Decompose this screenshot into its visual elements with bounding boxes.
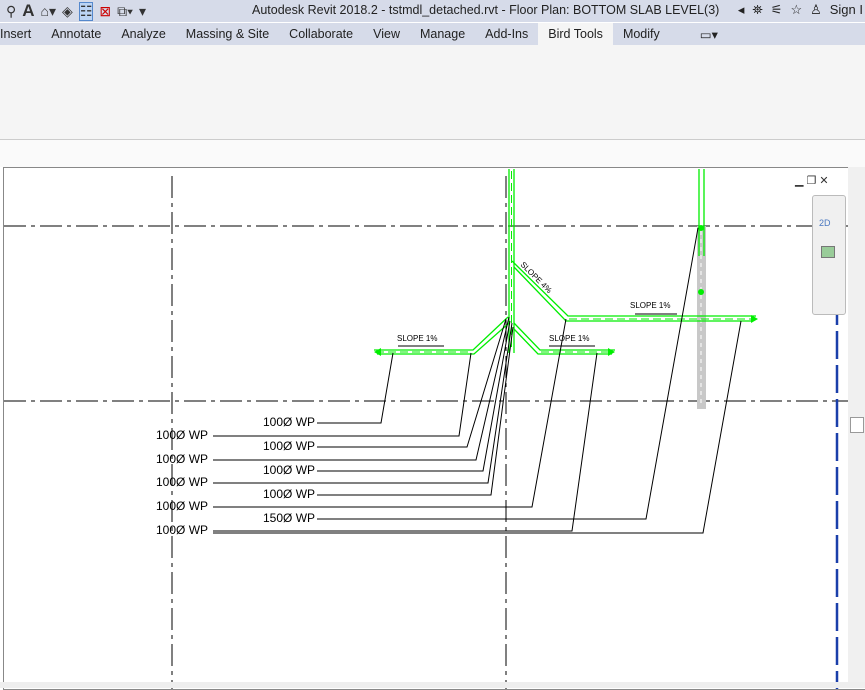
pipe-tag: 100Ø WP [263,415,315,429]
ribbon-tabs: Insert Annotate Analyze Massing & Site C… [0,23,865,45]
pipe-tag: 100Ø WP [263,463,315,477]
pipe-tag: 100Ø WP [156,499,208,513]
slope-label: SLOPE 1% [397,334,437,343]
floor-plan-canvas[interactable]: SLOPE 1% SLOPE 4% SLOPE 1% SLOPE 1% 100Ø… [4,168,865,689]
minimize-view-button[interactable]: ▁ [795,175,806,187]
tab-view[interactable]: View [363,23,410,45]
tab-massing-site[interactable]: Massing & Site [176,23,279,45]
pipe-tags: 100Ø WP 100Ø WP 100Ø WP 100Ø WP 150Ø WP … [156,415,315,537]
close-hidden-icon[interactable]: ⊠ [99,3,111,20]
arrow-left-icon[interactable]: ◂ [738,2,745,18]
switch-windows-icon[interactable]: ⧉▾ [117,3,133,20]
vertical-scrollbar[interactable] [848,167,865,688]
window-title: Autodesk Revit 2018.2 - tstmdl_detached.… [252,3,720,17]
pipe-tag: 100Ø WP [156,452,208,466]
close-view-button[interactable]: ✕ [819,175,831,187]
slope-label: SLOPE 1% [630,301,670,310]
star-icon[interactable]: ☆ [790,2,802,18]
tab-annotate[interactable]: Annotate [41,23,111,45]
tab-add-ins[interactable]: Add-Ins [475,23,538,45]
slope-label: SLOPE 1% [549,334,589,343]
pipe-tag: 100Ø WP [156,523,208,537]
thin-lines-icon[interactable]: ☷ [78,1,94,21]
user-icon[interactable]: ♙ [810,2,822,18]
tab-modify[interactable]: Modify [613,23,670,45]
text-icon[interactable]: A [22,1,34,21]
grid-lines [4,176,849,689]
slope-labels: SLOPE 1% SLOPE 4% SLOPE 1% SLOPE 1% [397,260,670,343]
view-window-controls: ▁❐✕ [795,174,832,187]
scroll-thumb[interactable] [850,417,864,433]
drawing-view[interactable]: SLOPE 1% SLOPE 4% SLOPE 1% SLOPE 1% 100Ø… [3,167,865,690]
pipe-tag: 100Ø WP [263,487,315,501]
navigation-bar[interactable]: 2D [812,195,846,315]
satellite-icon[interactable]: ⚟ [771,2,783,18]
section-icon[interactable]: ◈ [62,3,73,20]
pipe [374,316,510,355]
3d-view-icon[interactable]: ⌂▾ [41,3,56,20]
tab-insert[interactable]: Insert [0,23,41,45]
tab-collaborate[interactable]: Collaborate [279,23,363,45]
steering-wheel-2d-icon[interactable]: 2D [819,218,845,228]
pipe-tag: 100Ø WP [263,439,315,453]
binoculars-icon[interactable]: ⛯ [752,2,762,18]
tab-analyze[interactable]: Analyze [111,23,175,45]
ribbon-minimize-button[interactable]: ▭▾ [690,23,728,45]
pipe-tag: 150Ø WP [263,511,315,525]
title-bar: ⚲ A ⌂▾ ◈ ☷ ⊠ ⧉▾ ▾ Autodesk Revit 2018.2 … [0,0,865,22]
customize-icon[interactable]: ▾ [139,3,146,20]
pipe-tag: 100Ø WP [156,428,208,442]
view-control-bar [0,682,865,688]
restore-view-button[interactable]: ❐ [806,175,819,187]
sign-in-link[interactable]: Sign I [830,2,863,18]
ribbon-panel [0,45,865,140]
zoom-icon[interactable] [821,246,835,258]
tab-bird-tools[interactable]: Bird Tools [538,23,613,45]
measure-icon[interactable]: ⚲ [6,3,16,20]
ribbon-gap [0,140,865,167]
tab-manage[interactable]: Manage [410,23,475,45]
pipe-tag: 100Ø WP [156,475,208,489]
